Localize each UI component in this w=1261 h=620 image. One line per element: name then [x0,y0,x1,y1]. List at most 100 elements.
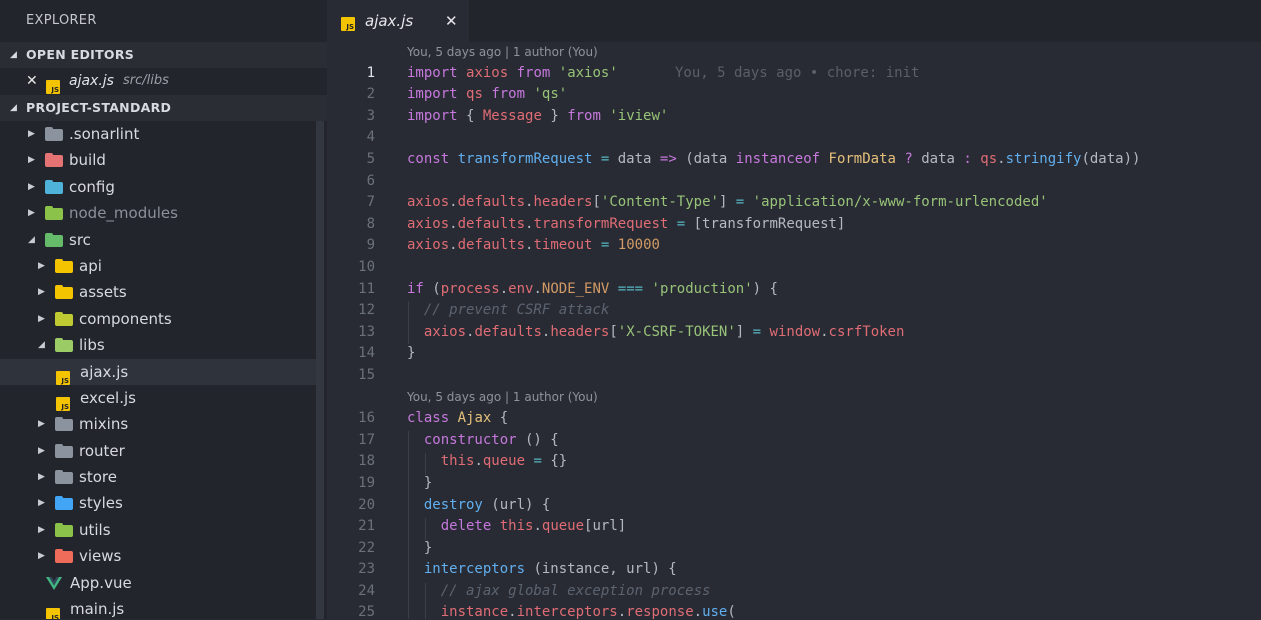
tree-item-styles[interactable]: ▶ styles [0,490,316,516]
close-icon[interactable]: ✕ [26,68,38,94]
folder-icon [55,470,73,485]
explorer-title: EXPLORER [26,13,97,28]
line-number: 25 [358,604,375,620]
code-line-12: // prevent CSRF attack [423,302,610,318]
project-label: PROJECT-STANDARD [26,100,172,115]
js-file-icon: JS [46,602,60,619]
chevron-right-icon[interactable]: ▶ [38,306,45,332]
line-number: 5 [366,151,375,167]
tree-item-label: ajax.js [80,362,129,381]
code-editor[interactable]: You, 5 days ago | 1 author (You) You, 5 … [327,42,1261,620]
open-editor-item[interactable]: ✕ JS ajax.js src/libs [0,68,327,94]
code-line-14: } [407,345,416,361]
tree-item-label: .sonarlint [69,125,140,143]
chevron-down-icon[interactable]: ◢ [38,332,45,358]
folder-icon [55,443,73,458]
file-tree: ▶ .sonarlint ▶ build ▶ config ▶ node_modules ◢ sr… [0,121,316,619]
tree-item-utils[interactable]: ▶ utils [0,517,316,543]
tab-bar: JS ajax.js ✕ [327,0,1261,42]
close-icon[interactable]: ✕ [445,0,458,42]
line-number: 21 [358,518,375,534]
chevron-right-icon[interactable]: ▶ [38,490,45,516]
code-line-22: } [407,540,433,556]
folder-icon [55,417,73,432]
codelens-blame[interactable]: You, 5 days ago | 1 author (You) [407,45,598,59]
code-line-16: class Ajax { [407,410,509,426]
line-number: 17 [358,432,375,448]
tree-item-ajax-js[interactable]: JS ajax.js [0,358,316,385]
tree-item-components[interactable]: ▶ components [0,306,316,332]
tree-item-router[interactable]: ▶ router [0,438,316,464]
chevron-right-icon[interactable]: ▶ [38,438,45,464]
code-line-11: if (process.env.NODE_ENV === 'production… [407,281,778,297]
tree-item-sonarlint[interactable]: ▶ .sonarlint [0,121,316,147]
folder-icon [45,127,63,141]
tree-item-label: assets [79,283,127,302]
open-editor-filename: ajax.js [69,73,114,89]
chevron-down-icon: ◢ [10,50,18,60]
code-line-8: axios.defaults.transformRequest = [trans… [407,216,846,232]
tab-label: ajax.js [365,12,414,30]
chevron-right-icon[interactable]: ▶ [38,517,45,543]
tree-item-build[interactable]: ▶ build [0,147,316,173]
chevron-right-icon[interactable]: ▶ [28,147,35,173]
tree-item-label: views [79,547,122,566]
chevron-right-icon[interactable]: ▶ [38,411,45,437]
tree-item-excel-js[interactable]: JS excel.js [0,385,316,411]
code-line-18: this.queue = {} [440,453,568,469]
tree-item-store[interactable]: ▶ store [0,464,316,490]
folder-icon [45,153,63,168]
tree-item-src[interactable]: ◢ src [0,227,316,253]
code-line-19: } [407,475,433,491]
chevron-right-icon[interactable]: ▶ [38,543,45,569]
line-number-gutter: 1 2 3 4 5 6 7 8 9 10 11 12 13 14 15 16 17 18 19 20 21 22 23 24 2… [327,42,389,620]
tree-item-label: libs [79,336,105,355]
code-line-13: axios.defaults.headers['X-CSRF-TOKEN'] =… [423,324,905,340]
line-number: 4 [366,129,375,145]
sidebar-scrollbar[interactable] [316,121,324,619]
tree-item-node-modules[interactable]: ▶ node_modules [0,200,316,226]
tree-item-main-js[interactable]: JS main.js [0,596,316,619]
tree-item-mixins[interactable]: ▶ mixins [0,411,316,437]
open-editors-header[interactable]: ◢ OPEN EDITORS [0,42,327,68]
tree-item-config[interactable]: ▶ config [0,174,316,200]
js-file-icon: JS [341,14,355,33]
project-header[interactable]: ◢ PROJECT-STANDARD [0,95,327,121]
chevron-right-icon[interactable]: ▶ [28,121,35,147]
line-number: 12 [358,302,375,318]
folder-icon [45,232,63,247]
line-number: 22 [358,540,375,556]
tree-item-assets[interactable]: ▶ assets [0,279,316,305]
folder-icon [55,285,73,300]
tree-item-label: router [79,441,125,460]
code-line-7: axios.defaults.headers['Content-Type'] =… [407,194,1048,210]
tree-item-label: build [69,151,106,170]
line-number: 1 [366,65,375,81]
chevron-down-icon[interactable]: ◢ [28,227,35,253]
folder-icon [55,496,73,511]
tree-item-views[interactable]: ▶ views [0,543,316,569]
tree-item-label: store [79,468,117,487]
tree-item-libs[interactable]: ◢ libs [0,332,316,358]
tab-ajax-js[interactable]: JS ajax.js ✕ [327,0,469,42]
chevron-right-icon[interactable]: ▶ [38,279,45,305]
line-number: 16 [358,410,375,426]
tree-item-api[interactable]: ▶ api [0,253,316,279]
open-editor-path: src/libs [123,73,169,88]
code-line-17: constructor () { [423,432,559,448]
code-line-20: destroy (url) { [423,497,551,513]
tree-item-label: components [79,309,172,328]
tree-item-label: styles [79,494,123,513]
line-number: 10 [358,259,375,275]
chevron-right-icon[interactable]: ▶ [38,464,45,490]
line-number: 7 [366,194,375,210]
folder-icon [55,338,73,353]
chevron-right-icon[interactable]: ▶ [28,200,35,226]
tree-item-app-vue[interactable]: App.vue [0,570,316,596]
chevron-right-icon[interactable]: ▶ [28,174,35,200]
folder-icon [55,549,73,564]
tree-item-label: node_modules [69,204,178,223]
chevron-right-icon[interactable]: ▶ [38,253,45,279]
codelens-blame[interactable]: You, 5 days ago | 1 author (You) [407,390,598,404]
tree-item-label: utils [79,520,111,539]
